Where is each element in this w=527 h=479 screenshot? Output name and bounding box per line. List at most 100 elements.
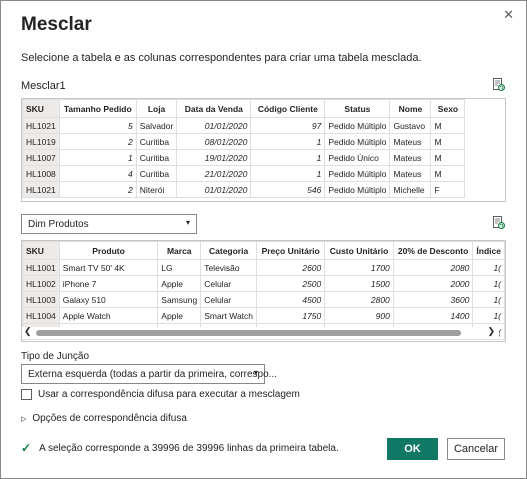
table-cell: 1400 xyxy=(392,307,474,324)
table-cell: 01/01/2020 xyxy=(176,181,252,198)
table-cell: 21/01/2020 xyxy=(176,165,252,182)
column-header[interactable]: Custo Unitário xyxy=(324,241,394,260)
table-cell: Pedido Múltiplo xyxy=(324,181,391,198)
merge-dialog: ✕ Mesclar Selecione a tabela e as coluna… xyxy=(0,0,527,479)
table-cell: Apple Watch xyxy=(58,307,159,324)
table-cell: Gustavo xyxy=(389,117,432,134)
table-cell: HL1001 xyxy=(22,259,60,276)
fuzzy-match-checkbox-row[interactable]: Usar a correspondência difusa para execu… xyxy=(21,389,300,400)
scroll-right-icon[interactable]: ❯ xyxy=(487,326,495,337)
table-refresh-icon[interactable] xyxy=(492,78,505,91)
table-cell: Pedido Múltiplo xyxy=(324,165,391,182)
table-cell: Pedido Múltiplo xyxy=(324,133,391,150)
table-cell: 1750 xyxy=(256,307,326,324)
column-header[interactable]: Produto xyxy=(58,241,159,260)
table-cell: Salvador xyxy=(135,117,178,134)
table-cell: M xyxy=(430,133,466,150)
column-header[interactable]: Loja xyxy=(135,99,178,118)
table-row: HL1008 4 Curitiba 21/01/2020 1 Pedido Mú… xyxy=(22,165,466,182)
table-cell: HL1007 xyxy=(22,149,60,166)
table-cell: Michelle xyxy=(389,181,432,198)
table-cell: Galaxy 510 xyxy=(58,291,159,308)
table-cell: iPhone 7 xyxy=(58,275,159,292)
table-cell: Mateus xyxy=(389,133,432,150)
ok-button[interactable]: OK xyxy=(387,438,438,460)
table-cell: M xyxy=(430,149,466,166)
table-cell: 900 xyxy=(324,307,394,324)
table-cell: 1( xyxy=(472,291,505,308)
table-cell: Celular xyxy=(200,275,258,292)
table-cell: M xyxy=(430,165,466,182)
column-header[interactable]: SKU xyxy=(22,241,60,260)
column-header[interactable]: Status xyxy=(324,99,391,118)
table-cell: Pedido Único xyxy=(324,149,391,166)
table-row: HL1003 Galaxy 510 Samsung Celular 4500 2… xyxy=(22,291,505,308)
table-cell: Curitiba xyxy=(135,149,178,166)
table-cell: HL1002 xyxy=(22,275,60,292)
join-type-value: Externa esquerda (todas a partir da prim… xyxy=(28,369,278,380)
table-cell: 2600 xyxy=(256,259,326,276)
column-header[interactable]: Data da Venda xyxy=(176,99,252,118)
column-header[interactable]: Categoria xyxy=(200,241,258,260)
table-cell: Smart TV 50' 4K xyxy=(58,259,159,276)
column-header[interactable]: Marca xyxy=(157,241,202,260)
table-refresh-icon[interactable] xyxy=(492,216,505,229)
table-cell: Apple xyxy=(157,275,202,292)
column-header[interactable]: Índice xyxy=(472,241,505,260)
table-cell: Samsung xyxy=(157,291,202,308)
horizontal-scrollbar[interactable]: ❮ ❯ xyxy=(22,326,499,339)
column-header[interactable]: SKU xyxy=(22,99,60,118)
table-cell: 2080 xyxy=(392,259,474,276)
table-cell: 1 xyxy=(250,133,326,150)
close-icon[interactable]: ✕ xyxy=(503,7,514,23)
fuzzy-match-checkbox[interactable] xyxy=(21,389,32,400)
table-cell: 1( xyxy=(472,307,505,324)
table-cell: 1( xyxy=(472,259,505,276)
scroll-left-icon[interactable]: ❮ xyxy=(24,326,32,337)
dialog-title: Mesclar xyxy=(21,14,92,35)
dialog-subtitle: Selecione a tabela e as colunas correspo… xyxy=(21,52,422,64)
table1-name: Mesclar1 xyxy=(21,80,66,92)
fuzzy-options-expander[interactable]: ▷ Opções de correspondência difusa xyxy=(21,413,187,424)
chevron-down-icon: ▾ xyxy=(185,218,190,227)
match-status: ✓ A seleção corresponde a 39996 de 39996… xyxy=(21,441,339,455)
column-header[interactable]: Sexo xyxy=(430,99,466,118)
column-header[interactable]: Código Cliente xyxy=(250,99,326,118)
column-header[interactable]: 20% de Desconto xyxy=(392,241,474,260)
column-header[interactable]: Nome xyxy=(389,99,432,118)
table-row: HL1019 2 Curitiba 08/01/2020 1 Pedido Mú… xyxy=(22,133,466,150)
table2-select[interactable]: Dim Produtos ▾ xyxy=(21,214,197,234)
column-header[interactable]: Preço Unitário xyxy=(256,241,326,260)
column-header[interactable]: Tamanho Pedido xyxy=(58,99,137,118)
check-icon: ✓ xyxy=(21,441,32,455)
join-type-select[interactable]: Externa esquerda (todas a partir da prim… xyxy=(21,364,277,384)
table-cell: M xyxy=(430,117,466,134)
table-row: HL1007 1 Curitiba 19/01/2020 1 Pedido Ún… xyxy=(22,149,466,166)
table-cell: Mateus xyxy=(389,165,432,182)
table-cell: HL1021 xyxy=(22,181,60,198)
fuzzy-match-label: Usar a correspondência difusa para execu… xyxy=(38,389,300,400)
table-cell: Niterói xyxy=(135,181,178,198)
cancel-button[interactable]: Cancelar xyxy=(447,438,505,460)
table-cell: HL1003 xyxy=(22,291,60,308)
table-cell: Curitiba xyxy=(135,133,178,150)
table-cell: 2000 xyxy=(392,275,474,292)
table-cell: HL1004 xyxy=(22,307,60,324)
table-row: HL1021 5 Salvador 01/01/2020 97 Pedido M… xyxy=(22,117,466,134)
table-cell: 5 xyxy=(58,117,137,134)
table-cell: Mateus xyxy=(389,149,432,166)
table-cell: 2 xyxy=(58,181,137,198)
table-cell: Pedido Múltiplo xyxy=(324,117,391,134)
table-cell: 08/01/2020 xyxy=(176,133,252,150)
scrollbar-thumb[interactable] xyxy=(36,330,461,336)
expand-triangle-icon: ▷ xyxy=(21,415,27,423)
table-cell: HL1008 xyxy=(22,165,60,182)
table-cell: 19/01/2020 xyxy=(176,149,252,166)
table-cell: 1 xyxy=(58,149,137,166)
table-cell: 1 xyxy=(250,165,326,182)
table-cell: Celular xyxy=(200,291,258,308)
table-cell: 4500 xyxy=(256,291,326,308)
table-cell: 01/01/2020 xyxy=(176,117,252,134)
table-cell: 546 xyxy=(250,181,326,198)
table-cell: 1 xyxy=(250,149,326,166)
